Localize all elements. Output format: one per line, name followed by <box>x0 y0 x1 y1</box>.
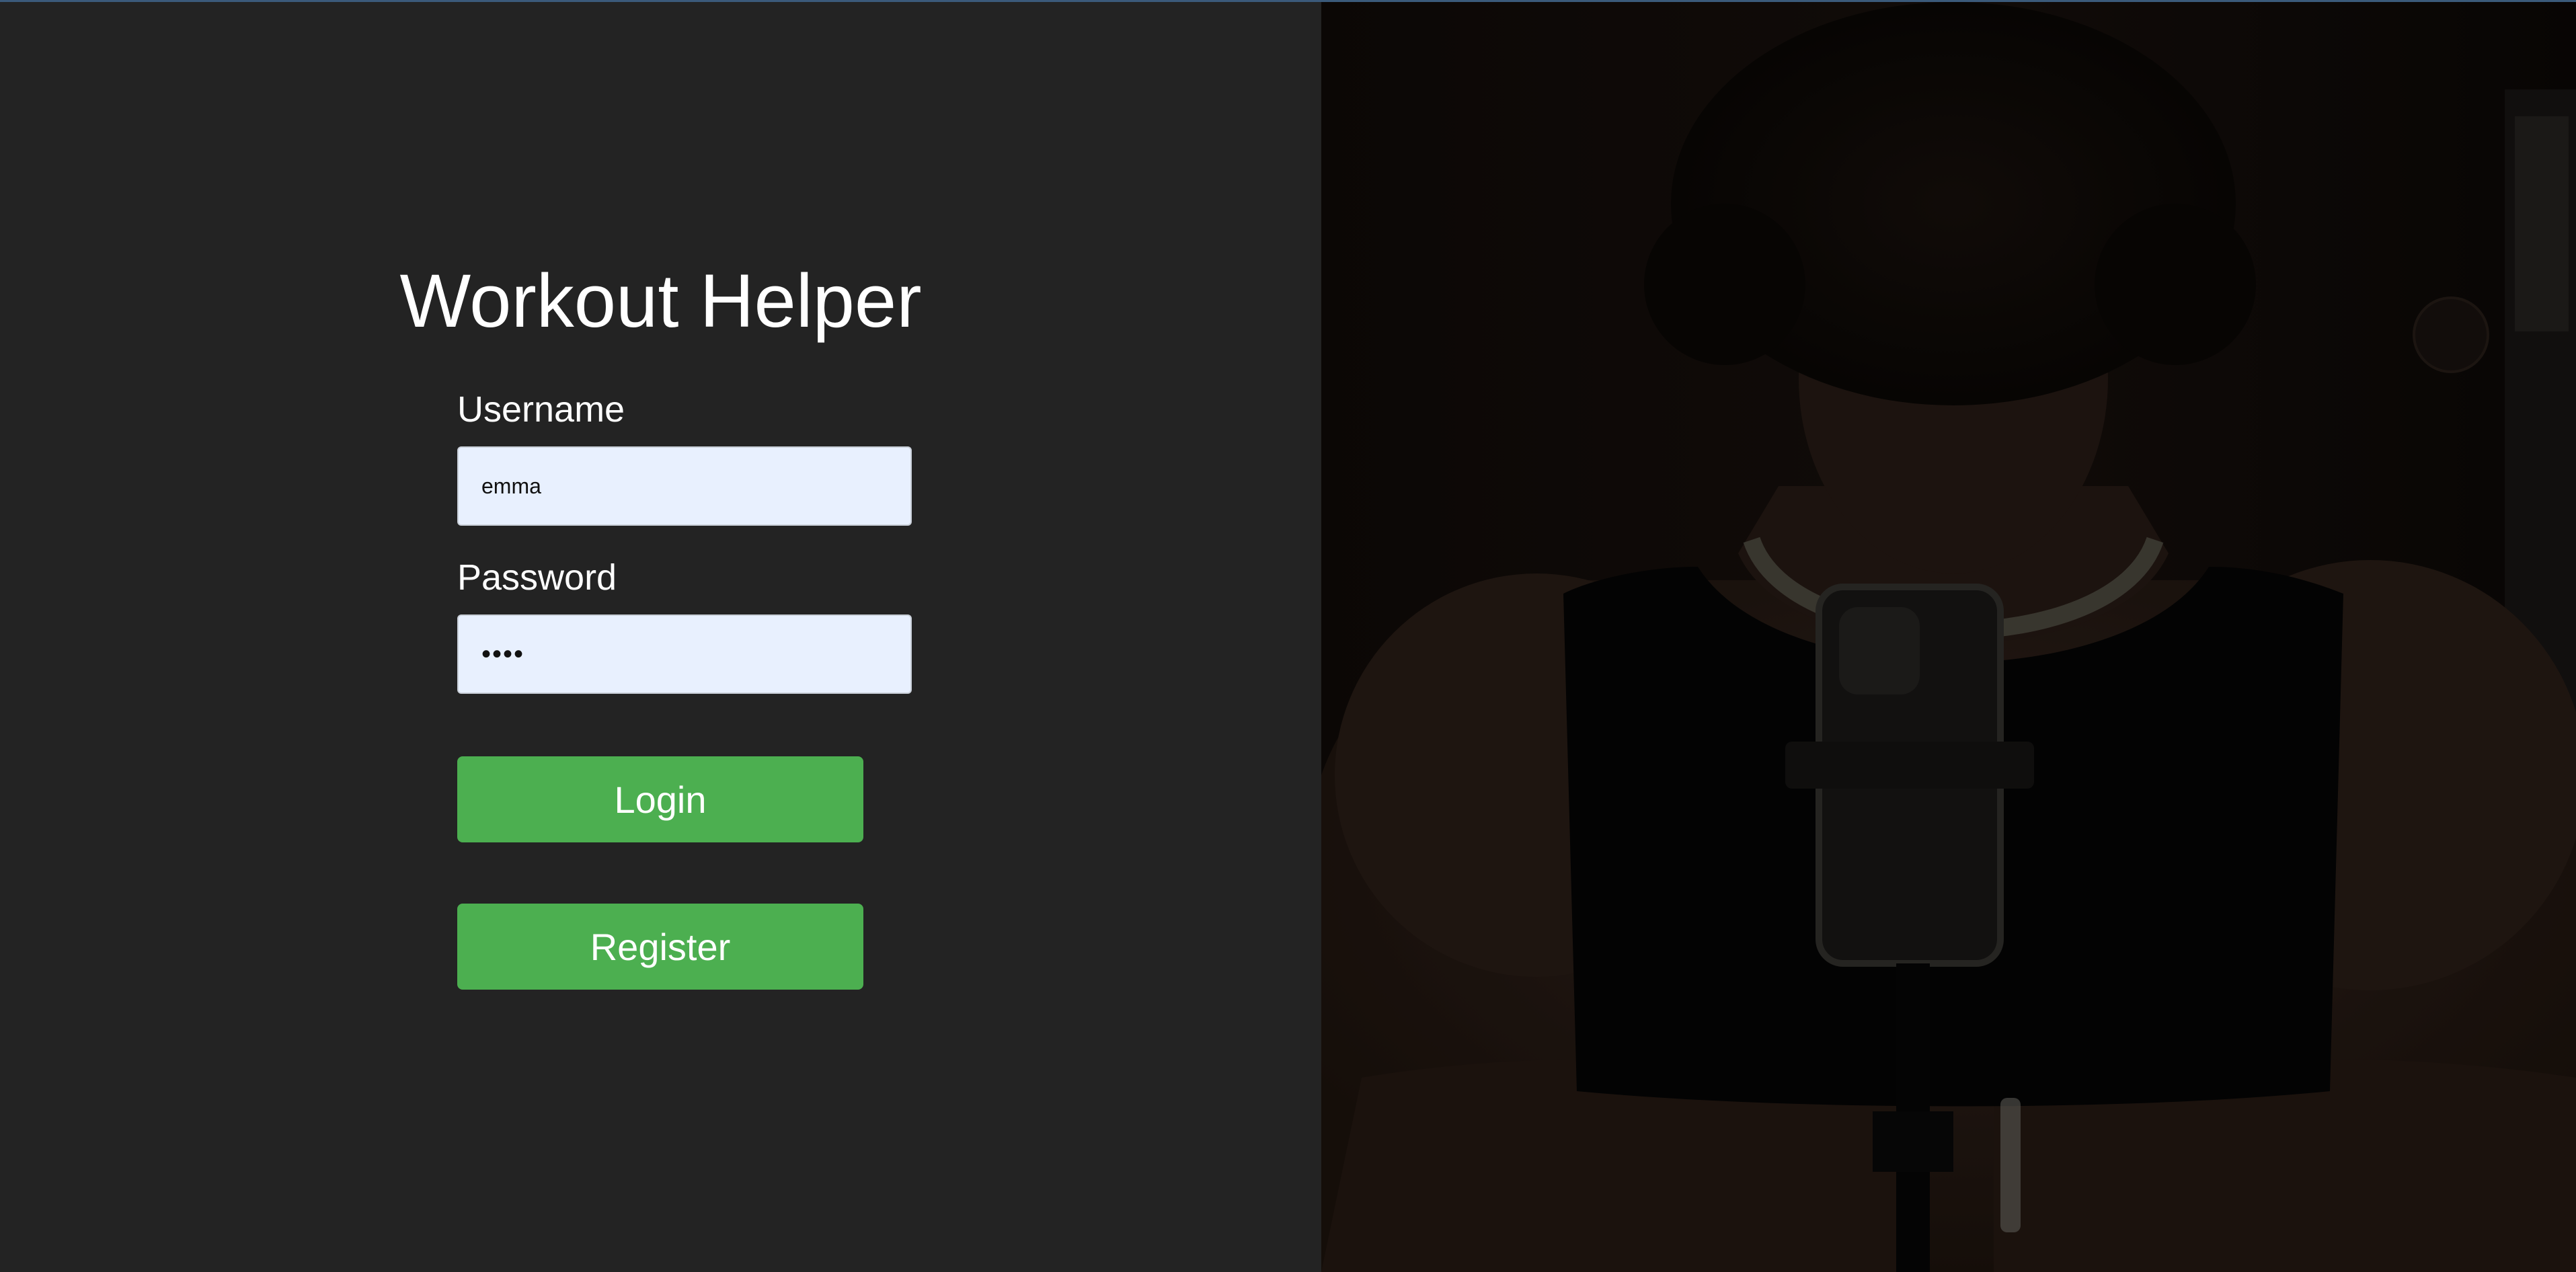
username-input[interactable] <box>457 446 912 526</box>
app-title: Workout Helper <box>399 259 922 343</box>
register-button[interactable]: Register <box>457 904 863 990</box>
login-button[interactable]: Login <box>457 756 863 842</box>
gym-mirror-selfie-photo <box>1321 2 2576 1272</box>
password-label: Password <box>457 557 617 598</box>
hero-photo <box>1321 2 2576 1272</box>
login-page: Workout Helper Username Password Login R… <box>0 0 2576 1272</box>
username-label: Username <box>457 389 625 430</box>
login-panel: Workout Helper Username Password Login R… <box>0 2 1321 1272</box>
password-input[interactable] <box>457 614 912 694</box>
